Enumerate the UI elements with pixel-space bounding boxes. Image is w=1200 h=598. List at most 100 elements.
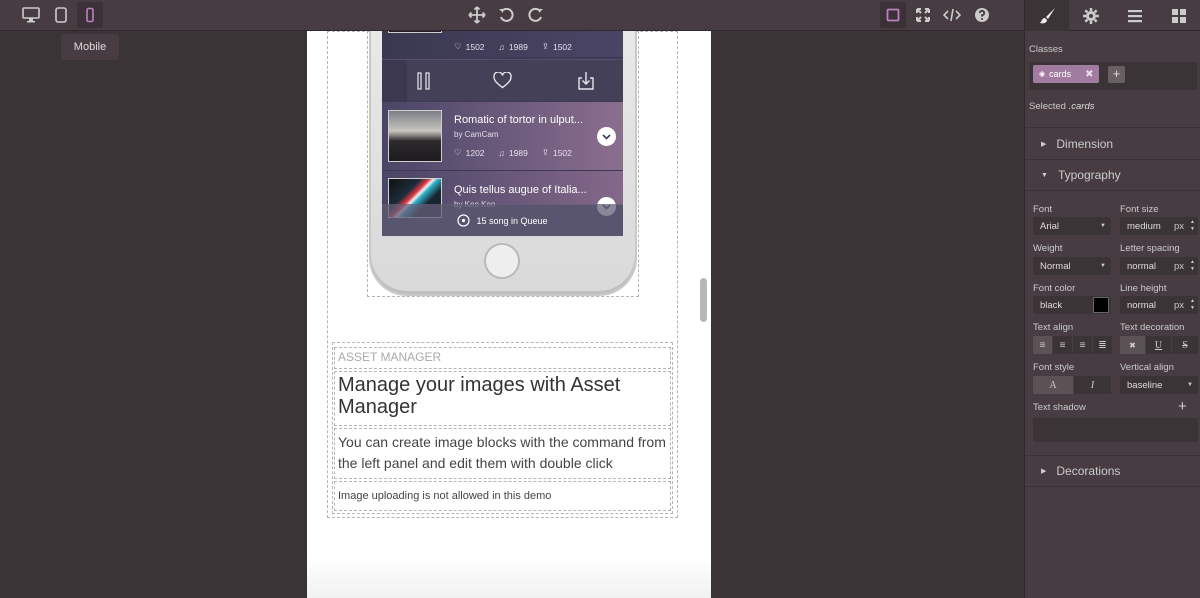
phone-home-button (484, 243, 520, 279)
align-left-button[interactable]: ≡ (1033, 336, 1052, 354)
song-title: Quis tellus augue of Italia... (454, 184, 587, 196)
paint-brush-icon (1040, 7, 1055, 23)
font-color-label: Font color (1033, 283, 1076, 294)
text-decoration-label: Text decoration (1120, 322, 1185, 333)
canvas-scrollbar[interactable] (700, 278, 707, 322)
font-select[interactable]: Arial ▼ (1033, 217, 1111, 235)
pause-icon[interactable] (417, 72, 431, 90)
close-icon[interactable]: ✖ (1085, 69, 1093, 80)
caret-right-icon: ▶ (1041, 468, 1047, 475)
font-style-italic-button[interactable]: I (1074, 376, 1111, 394)
color-swatch[interactable] (1093, 297, 1109, 313)
code-button[interactable] (939, 2, 965, 28)
font-style-normal-button[interactable]: A (1033, 376, 1073, 394)
align-right-button[interactable]: ≡ (1073, 336, 1092, 354)
strikethrough-button[interactable]: S (1172, 336, 1198, 354)
tablet-icon (55, 7, 67, 23)
font-size-label: Font size (1120, 204, 1159, 215)
player-controls (382, 59, 623, 102)
selected-state: Selected .cards (1029, 101, 1095, 112)
song-row[interactable]: Romatic of tortor in ulput... by CamCam … (382, 102, 623, 170)
font-size-input[interactable]: medium px ▲ ▼ (1120, 217, 1198, 235)
heart-icon: ♡ (454, 41, 462, 51)
align-left-icon: ≡ (1039, 339, 1046, 351)
tooltip: Mobile (61, 34, 119, 60)
tab-settings[interactable] (1069, 0, 1113, 31)
text-shadow-list (1033, 418, 1198, 442)
fullscreen-icon (916, 8, 930, 22)
heart-icon[interactable] (493, 72, 512, 89)
move-icon (468, 6, 486, 24)
weight-select[interactable]: Normal ▼ (1033, 257, 1111, 275)
help-button[interactable] (969, 2, 995, 28)
song-artist: by CamCam (454, 130, 499, 139)
code-icon (943, 8, 961, 22)
asset-manager-note[interactable]: Image uploading is not allowed in this d… (338, 490, 551, 502)
song-stats: ♡ 1202 ♫ 1989 ⇪ 1502 (454, 147, 572, 158)
sector-dimension[interactable]: ▶ Dimension (1025, 127, 1200, 159)
sector-typography[interactable]: ▼ Typography (1025, 159, 1200, 191)
font-style-label: Font style (1033, 362, 1075, 373)
vertical-align-select[interactable]: baseline ▼ (1120, 376, 1198, 394)
text-shadow-label: Text shadow (1033, 402, 1086, 413)
redo-icon (528, 7, 543, 22)
mobile-device-button[interactable] (77, 2, 103, 28)
vertical-align-label: Vertical align (1120, 362, 1174, 373)
class-tag-label: cards (1049, 69, 1072, 79)
text-align-label: Text align (1033, 322, 1074, 333)
desktop-icon (22, 7, 40, 23)
move-button[interactable] (464, 2, 490, 28)
letter-spacing-input[interactable]: normal px ▲ ▼ (1120, 257, 1198, 275)
song-thumbnail (388, 31, 442, 33)
align-justify-button[interactable]: ≣ (1093, 336, 1112, 354)
song-title: Romatic of tortor in ulput... (454, 114, 583, 126)
chevron-down-icon (602, 133, 611, 140)
add-class-button[interactable]: + (1108, 66, 1125, 83)
caret-down-icon: ▼ (1041, 171, 1048, 179)
class-tag[interactable]: ◉ cards ✖ (1033, 65, 1099, 83)
song-thumbnail (388, 110, 442, 162)
align-center-button[interactable]: ≡ (1053, 336, 1072, 354)
add-shadow-button[interactable]: + (1178, 398, 1187, 415)
style-manager-panel: Classes ◉ cards ✖ + Selected .cards ▶ Di… (1024, 0, 1200, 598)
stepper-icon[interactable]: ▲ ▼ (1190, 298, 1195, 312)
tab-layer-manager[interactable] (1113, 0, 1157, 31)
disc-icon (457, 214, 471, 227)
checkbox-icon[interactable]: ◉ (1039, 70, 1045, 78)
music-note-icon: ♫ (498, 41, 505, 52)
tablet-device-button[interactable] (48, 2, 74, 28)
panel-tabs (1025, 0, 1200, 31)
text-decoration-group: ✖ U S (1120, 336, 1198, 354)
undo-button[interactable] (493, 2, 519, 28)
underline-icon: U (1154, 339, 1163, 351)
download-icon[interactable] (578, 71, 594, 90)
stepper-icon[interactable]: ▲ ▼ (1190, 259, 1195, 273)
fullscreen-button[interactable] (910, 2, 936, 28)
redo-button[interactable] (523, 2, 549, 28)
view-components-button[interactable] (880, 2, 906, 28)
song-expand-button[interactable] (597, 127, 616, 146)
strikethrough-icon: S (1182, 339, 1188, 351)
bars-icon (1128, 9, 1142, 22)
caret-down-icon: ▼ (1100, 263, 1106, 269)
decoration-none-button[interactable]: ✖ (1120, 336, 1145, 354)
top-toolbar (0, 0, 1024, 31)
sector-decorations[interactable]: ▶ Decorations (1025, 455, 1200, 487)
song-stats: ♡ 1502 ♫ 1989 ⇪ 1502 (454, 41, 572, 52)
song-row[interactable]: Quis tellus augue of Italia... by Keo Ke… (382, 171, 623, 218)
gear-icon (1083, 7, 1099, 24)
asset-manager-label[interactable]: ASSET MANAGER (338, 350, 441, 364)
music-note-icon: ♫ (498, 147, 505, 158)
text-align-group: ≡ ≡ ≡ ≣ (1033, 336, 1112, 354)
underline-button[interactable]: U (1146, 336, 1171, 354)
canvas-frame[interactable]: ♡ 1502 ♫ 1989 ⇪ 1502 Romatic of tortor in u… (307, 31, 711, 598)
align-center-icon: ≡ (1059, 339, 1066, 351)
line-height-input[interactable]: normal px ▲ ▼ (1120, 296, 1198, 314)
asset-manager-title[interactable]: Manage your images with Asset Manager (338, 374, 668, 418)
stepper-icon[interactable]: ▲ ▼ (1190, 219, 1195, 233)
asset-manager-description[interactable]: You can create image blocks with the com… (338, 432, 668, 474)
tab-blocks[interactable] (1157, 0, 1200, 31)
desktop-device-button[interactable] (18, 2, 44, 28)
tab-style-manager[interactable] (1025, 0, 1069, 31)
queue-bar[interactable]: 15 song in Queue (382, 204, 623, 236)
